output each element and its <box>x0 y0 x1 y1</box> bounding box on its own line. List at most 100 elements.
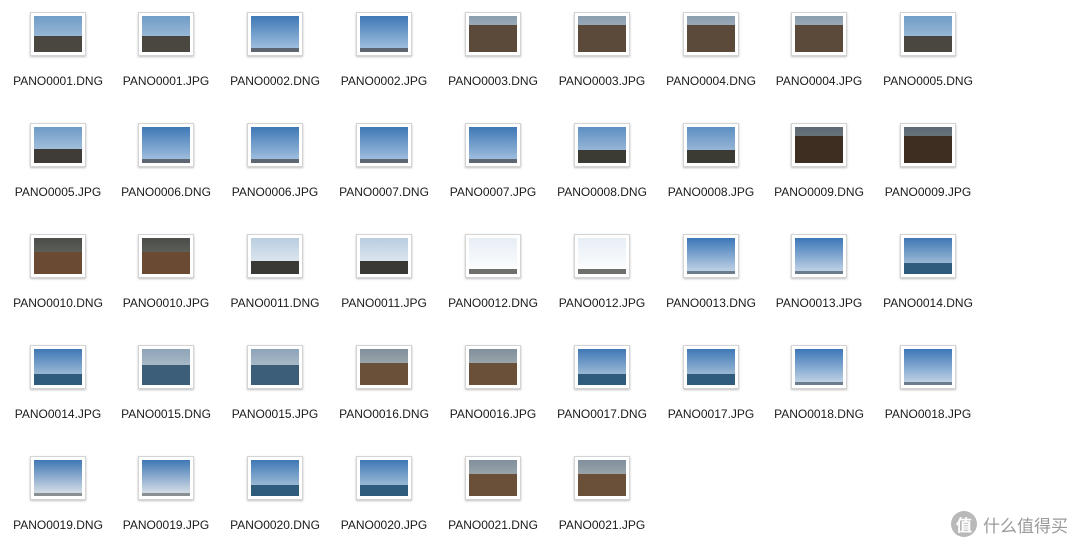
file-item[interactable]: PANO0003.JPG <box>547 12 657 112</box>
file-item[interactable]: PANO0002.DNG <box>220 12 330 112</box>
thumbnail-image <box>687 127 735 163</box>
file-item[interactable]: PANO0021.DNG <box>438 456 548 556</box>
thumbnail-image <box>469 349 517 385</box>
thumbnail-image <box>34 238 82 274</box>
file-thumbnail <box>30 234 86 278</box>
file-item[interactable]: PANO0017.DNG <box>547 345 657 445</box>
file-item[interactable]: PANO0015.JPG <box>220 345 330 445</box>
file-item[interactable]: PANO0008.DNG <box>547 123 657 223</box>
thumbnail-image <box>578 238 626 274</box>
thumbnail-landscape <box>469 158 517 163</box>
file-name-label: PANO0006.JPG <box>231 185 319 199</box>
file-item[interactable]: PANO0012.DNG <box>438 234 548 334</box>
file-thumbnail <box>900 12 956 56</box>
file-item[interactable]: PANO0003.DNG <box>438 12 548 112</box>
file-item[interactable]: PANO0011.DNG <box>220 234 330 334</box>
file-item[interactable]: PANO0010.JPG <box>111 234 221 334</box>
file-item[interactable]: PANO0002.JPG <box>329 12 439 112</box>
thumbnail-landscape <box>251 485 299 496</box>
file-item[interactable]: PANO0015.DNG <box>111 345 221 445</box>
file-item[interactable]: PANO0018.DNG <box>764 345 874 445</box>
file-item[interactable]: PANO0009.JPG <box>873 123 983 223</box>
file-thumbnail <box>791 123 847 167</box>
file-item[interactable]: PANO0006.DNG <box>111 123 221 223</box>
thumbnail-landscape <box>251 158 299 163</box>
thumbnail-image <box>469 238 517 274</box>
file-name-label: PANO0012.DNG <box>448 296 538 310</box>
thumbnail-image <box>142 349 190 385</box>
file-item[interactable]: PANO0005.JPG <box>3 123 113 223</box>
file-thumbnail <box>138 123 194 167</box>
thumbnail-landscape <box>904 382 952 385</box>
file-thumbnail <box>30 345 86 389</box>
file-thumbnail <box>683 12 739 56</box>
file-item[interactable]: PANO0019.DNG <box>3 456 113 556</box>
file-item[interactable]: PANO0011.JPG <box>329 234 439 334</box>
thumbnail-image <box>904 16 952 52</box>
file-thumbnail <box>247 456 303 500</box>
file-name-label: PANO0019.DNG <box>13 518 103 532</box>
thumbnail-image <box>469 460 517 496</box>
file-item[interactable]: PANO0019.JPG <box>111 456 221 556</box>
thumbnail-landscape <box>904 263 952 274</box>
thumbnail-landscape <box>34 252 82 274</box>
file-thumbnail <box>900 234 956 278</box>
file-name-label: PANO0009.JPG <box>884 185 972 199</box>
file-item[interactable]: PANO0020.DNG <box>220 456 330 556</box>
file-name-label: PANO0010.DNG <box>13 296 103 310</box>
file-item[interactable]: PANO0018.JPG <box>873 345 983 445</box>
thumbnail-landscape <box>142 493 190 496</box>
thumbnail-landscape <box>142 158 190 163</box>
thumbnail-landscape <box>34 148 82 163</box>
thumbnail-landscape <box>687 271 735 274</box>
thumbnail-landscape <box>360 261 408 274</box>
file-item[interactable]: PANO0013.JPG <box>764 234 874 334</box>
file-item[interactable]: PANO0006.JPG <box>220 123 330 223</box>
thumbnail-landscape <box>578 150 626 163</box>
file-item[interactable]: PANO0012.JPG <box>547 234 657 334</box>
file-thumbnail <box>247 234 303 278</box>
file-item[interactable]: PANO0017.JPG <box>656 345 766 445</box>
file-name-label: PANO0008.JPG <box>667 185 755 199</box>
file-thumbnail <box>465 123 521 167</box>
thumbnail-image <box>578 127 626 163</box>
file-item[interactable]: PANO0009.DNG <box>764 123 874 223</box>
file-name-label: PANO0003.DNG <box>448 74 538 88</box>
file-thumbnail <box>574 12 630 56</box>
file-name-label: PANO0005.JPG <box>14 185 102 199</box>
file-thumbnail <box>465 12 521 56</box>
file-item[interactable]: PANO0016.DNG <box>329 345 439 445</box>
file-item[interactable]: PANO0016.JPG <box>438 345 548 445</box>
file-thumbnail <box>138 345 194 389</box>
thumbnail-landscape <box>904 35 952 52</box>
file-thumbnail <box>465 234 521 278</box>
file-item[interactable]: PANO0014.DNG <box>873 234 983 334</box>
thumbnail-image <box>34 16 82 52</box>
watermark-logo-icon: 值 <box>951 511 977 537</box>
thumbnail-image <box>904 127 952 163</box>
file-item[interactable]: PANO0004.JPG <box>764 12 874 112</box>
file-item[interactable]: PANO0013.DNG <box>656 234 766 334</box>
file-name-label: PANO0001.DNG <box>13 74 103 88</box>
file-name-label: PANO0004.DNG <box>666 74 756 88</box>
thumbnail-landscape <box>578 374 626 385</box>
file-item[interactable]: PANO0001.DNG <box>3 12 113 112</box>
file-item[interactable]: PANO0007.JPG <box>438 123 548 223</box>
file-thumbnail <box>791 12 847 56</box>
file-name-label: PANO0017.JPG <box>667 407 755 421</box>
file-item[interactable]: PANO0005.DNG <box>873 12 983 112</box>
file-item[interactable]: PANO0007.DNG <box>329 123 439 223</box>
file-item[interactable]: PANO0001.JPG <box>111 12 221 112</box>
file-item[interactable]: PANO0010.DNG <box>3 234 113 334</box>
file-item[interactable]: PANO0021.JPG <box>547 456 657 556</box>
file-item[interactable]: PANO0014.JPG <box>3 345 113 445</box>
thumbnail-landscape <box>469 25 517 52</box>
file-name-label: PANO0014.JPG <box>14 407 102 421</box>
file-name-label: PANO0020.DNG <box>230 518 320 532</box>
file-item[interactable]: PANO0008.JPG <box>656 123 766 223</box>
thumbnail-landscape <box>469 268 517 274</box>
file-item[interactable]: PANO0020.JPG <box>329 456 439 556</box>
file-item[interactable]: PANO0004.DNG <box>656 12 766 112</box>
file-name-label: PANO0001.JPG <box>122 74 210 88</box>
file-thumbnail <box>683 234 739 278</box>
